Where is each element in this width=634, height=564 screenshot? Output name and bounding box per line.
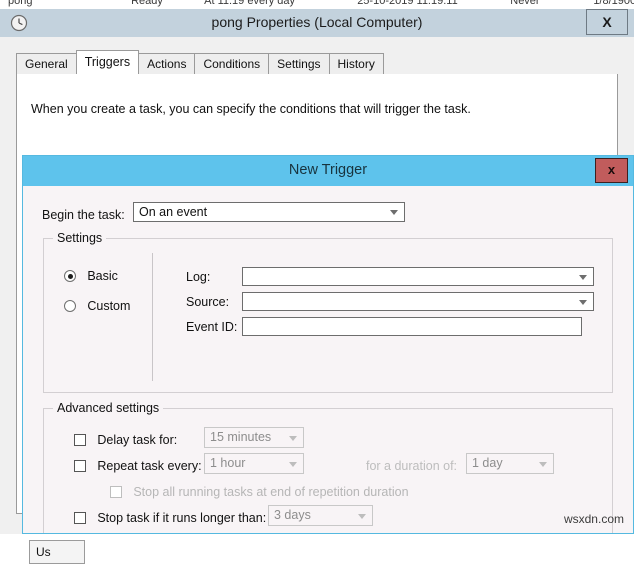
settings-group: Settings Basic Custom Log: Source: Event… [43,231,613,393]
source-combo[interactable] [242,292,594,311]
delay-task-checkbox[interactable]: Delay task for: [74,433,177,447]
triggers-instruction-text: When you create a task, you can specify … [31,102,471,116]
settings-group-title: Settings [53,231,107,245]
bg-cell-name: pong [8,0,33,7]
bg-cell-extra: 1/8/1900 [593,0,634,7]
repeat-task-checkbox[interactable]: Repeat task every: [74,459,202,473]
stop-task-longer-combo[interactable]: 3 days [268,505,373,526]
delay-task-combo[interactable]: 15 minutes [204,427,304,448]
use-button-partial[interactable]: Us [29,540,85,564]
log-combo[interactable] [242,267,594,286]
bg-cell-next-run: 25-10-2019 11:19:11 [357,0,458,7]
radio-custom-indicator [64,300,76,312]
event-id-input[interactable] [242,317,582,336]
chevron-down-icon [289,461,297,467]
delay-task-checkbox-box [74,434,86,446]
advanced-settings-group: Advanced settings Delay task for: 15 min… [43,401,613,533]
tab-conditions[interactable]: Conditions [194,53,270,74]
tab-settings[interactable]: Settings [268,53,330,74]
new-trigger-title: New Trigger [288,162,368,178]
duration-value: 1 day [472,456,503,470]
stop-all-tasks-label: Stop all running tasks at end of repetit… [133,485,409,499]
tab-history[interactable]: History [328,53,384,74]
chevron-down-icon [289,435,297,441]
begin-task-select[interactable]: On an event [133,202,405,222]
properties-close-button[interactable]: X [586,9,628,35]
radio-basic-label: Basic [87,269,118,283]
new-trigger-dialog: New Trigger x Begin the task: On an even… [22,155,634,534]
radio-basic-indicator [64,270,76,282]
repeat-task-checkbox-box [74,460,86,472]
bg-cell-status: Ready [131,0,163,7]
tab-strip: General Triggers Actions Conditions Sett… [16,50,618,75]
settings-divider [152,253,153,381]
duration-combo[interactable]: 1 day [466,453,554,474]
stop-task-longer-checkbox[interactable]: Stop task if it runs longer than: [74,511,266,525]
chevron-down-icon [358,513,366,519]
chevron-down-icon [539,461,547,467]
stop-task-longer-checkbox-box [74,512,86,524]
properties-window-title: pong Properties (Local Computer) [211,14,423,30]
stop-task-longer-value: 3 days [274,508,311,522]
tab-general[interactable]: General [16,53,77,74]
repeat-task-combo[interactable]: 1 hour [204,453,304,474]
radio-basic[interactable]: Basic [64,269,118,283]
new-trigger-close-button[interactable]: x [595,158,628,183]
radio-custom-label: Custom [87,299,131,313]
new-trigger-body: Begin the task: On an event Settings Bas… [23,186,633,533]
delay-task-label: Delay task for: [97,433,178,447]
source-label: Source: [186,295,230,309]
stop-task-longer-label: Stop task if it runs longer than: [97,511,267,525]
repeat-task-value: 1 hour [210,456,246,470]
duration-label: for a duration of: [366,459,458,473]
properties-titlebar: pong Properties (Local Computer) X [0,9,634,37]
delay-task-value: 15 minutes [210,430,272,444]
log-label: Log: [186,270,211,284]
watermark: wsxdn.com [563,512,624,526]
radio-custom[interactable]: Custom [64,299,130,313]
begin-task-value: On an event [139,205,208,219]
repeat-task-label: Repeat task every: [97,459,202,473]
event-id-label: Event ID: [186,320,238,334]
tab-actions[interactable]: Actions [138,53,196,74]
tab-triggers[interactable]: Triggers [75,50,140,74]
bg-cell-triggers: At 11:19 every day [204,0,296,7]
chevron-down-icon [390,210,398,215]
new-trigger-titlebar: New Trigger x [23,156,633,186]
advanced-settings-title: Advanced settings [53,401,164,415]
begin-task-label: Begin the task: [42,208,125,222]
bg-cell-last-run: Never [510,0,540,7]
stop-all-tasks-checkbox[interactable]: Stop all running tasks at end of repetit… [110,485,409,499]
stop-all-tasks-checkbox-box [110,486,122,498]
chevron-down-icon [579,274,587,280]
chevron-down-icon [579,299,587,305]
